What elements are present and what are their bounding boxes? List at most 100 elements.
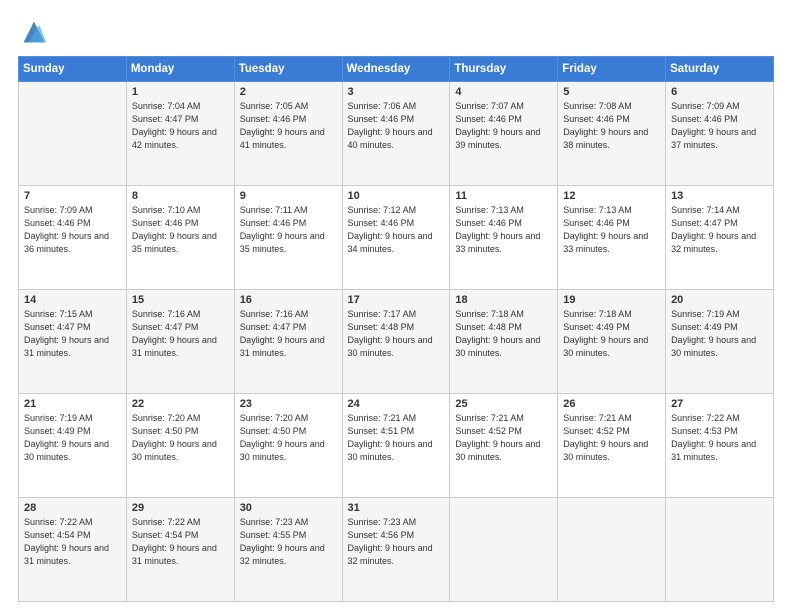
day-number: 14 xyxy=(24,294,121,306)
day-info: Sunrise: 7:19 AM Sunset: 4:49 PM Dayligh… xyxy=(671,309,756,358)
day-number: 21 xyxy=(24,398,121,410)
day-number: 28 xyxy=(24,502,121,514)
day-info: Sunrise: 7:05 AM Sunset: 4:46 PM Dayligh… xyxy=(240,101,325,150)
page: SundayMondayTuesdayWednesdayThursdayFrid… xyxy=(0,0,792,612)
calendar-cell: 29 Sunrise: 7:22 AM Sunset: 4:54 PM Dayl… xyxy=(126,498,234,602)
day-number: 8 xyxy=(132,190,229,202)
day-number: 2 xyxy=(240,86,337,98)
day-number: 26 xyxy=(563,398,660,410)
day-number: 24 xyxy=(348,398,445,410)
weekday-header-friday: Friday xyxy=(558,57,666,82)
weekday-header-sunday: Sunday xyxy=(19,57,127,82)
calendar-table: SundayMondayTuesdayWednesdayThursdayFrid… xyxy=(18,56,774,602)
calendar-cell: 20 Sunrise: 7:19 AM Sunset: 4:49 PM Dayl… xyxy=(666,290,774,394)
day-number: 18 xyxy=(455,294,552,306)
weekday-header-monday: Monday xyxy=(126,57,234,82)
calendar-cell: 12 Sunrise: 7:13 AM Sunset: 4:46 PM Dayl… xyxy=(558,186,666,290)
day-info: Sunrise: 7:09 AM Sunset: 4:46 PM Dayligh… xyxy=(24,205,109,254)
day-number: 22 xyxy=(132,398,229,410)
day-info: Sunrise: 7:10 AM Sunset: 4:46 PM Dayligh… xyxy=(132,205,217,254)
day-info: Sunrise: 7:08 AM Sunset: 4:46 PM Dayligh… xyxy=(563,101,648,150)
day-info: Sunrise: 7:22 AM Sunset: 4:53 PM Dayligh… xyxy=(671,413,756,462)
weekday-header-wednesday: Wednesday xyxy=(342,57,450,82)
weekday-header-thursday: Thursday xyxy=(450,57,558,82)
weekday-header-row: SundayMondayTuesdayWednesdayThursdayFrid… xyxy=(19,57,774,82)
day-info: Sunrise: 7:11 AM Sunset: 4:46 PM Dayligh… xyxy=(240,205,325,254)
day-number: 15 xyxy=(132,294,229,306)
calendar-cell: 24 Sunrise: 7:21 AM Sunset: 4:51 PM Dayl… xyxy=(342,394,450,498)
calendar-cell: 7 Sunrise: 7:09 AM Sunset: 4:46 PM Dayli… xyxy=(19,186,127,290)
day-info: Sunrise: 7:21 AM Sunset: 4:51 PM Dayligh… xyxy=(348,413,433,462)
calendar-cell: 17 Sunrise: 7:17 AM Sunset: 4:48 PM Dayl… xyxy=(342,290,450,394)
calendar-cell xyxy=(450,498,558,602)
day-info: Sunrise: 7:23 AM Sunset: 4:55 PM Dayligh… xyxy=(240,517,325,566)
day-number: 30 xyxy=(240,502,337,514)
day-number: 1 xyxy=(132,86,229,98)
calendar-cell: 6 Sunrise: 7:09 AM Sunset: 4:46 PM Dayli… xyxy=(666,82,774,186)
weekday-header-saturday: Saturday xyxy=(666,57,774,82)
day-info: Sunrise: 7:12 AM Sunset: 4:46 PM Dayligh… xyxy=(348,205,433,254)
day-number: 12 xyxy=(563,190,660,202)
day-info: Sunrise: 7:21 AM Sunset: 4:52 PM Dayligh… xyxy=(563,413,648,462)
calendar-week-3: 14 Sunrise: 7:15 AM Sunset: 4:47 PM Dayl… xyxy=(19,290,774,394)
calendar-cell xyxy=(558,498,666,602)
day-number: 19 xyxy=(563,294,660,306)
day-number: 10 xyxy=(348,190,445,202)
day-number: 11 xyxy=(455,190,552,202)
logo-icon xyxy=(20,18,48,46)
calendar-cell: 8 Sunrise: 7:10 AM Sunset: 4:46 PM Dayli… xyxy=(126,186,234,290)
day-info: Sunrise: 7:09 AM Sunset: 4:46 PM Dayligh… xyxy=(671,101,756,150)
day-info: Sunrise: 7:06 AM Sunset: 4:46 PM Dayligh… xyxy=(348,101,433,150)
day-number: 13 xyxy=(671,190,768,202)
day-number: 27 xyxy=(671,398,768,410)
day-info: Sunrise: 7:23 AM Sunset: 4:56 PM Dayligh… xyxy=(348,517,433,566)
calendar-cell: 10 Sunrise: 7:12 AM Sunset: 4:46 PM Dayl… xyxy=(342,186,450,290)
calendar-cell: 19 Sunrise: 7:18 AM Sunset: 4:49 PM Dayl… xyxy=(558,290,666,394)
calendar-cell: 16 Sunrise: 7:16 AM Sunset: 4:47 PM Dayl… xyxy=(234,290,342,394)
day-number: 31 xyxy=(348,502,445,514)
day-number: 16 xyxy=(240,294,337,306)
logo xyxy=(18,18,48,46)
calendar-cell: 9 Sunrise: 7:11 AM Sunset: 4:46 PM Dayli… xyxy=(234,186,342,290)
day-number: 3 xyxy=(348,86,445,98)
day-info: Sunrise: 7:20 AM Sunset: 4:50 PM Dayligh… xyxy=(240,413,325,462)
calendar-cell: 23 Sunrise: 7:20 AM Sunset: 4:50 PM Dayl… xyxy=(234,394,342,498)
day-info: Sunrise: 7:13 AM Sunset: 4:46 PM Dayligh… xyxy=(563,205,648,254)
calendar-cell: 28 Sunrise: 7:22 AM Sunset: 4:54 PM Dayl… xyxy=(19,498,127,602)
day-info: Sunrise: 7:16 AM Sunset: 4:47 PM Dayligh… xyxy=(240,309,325,358)
calendar-cell: 31 Sunrise: 7:23 AM Sunset: 4:56 PM Dayl… xyxy=(342,498,450,602)
day-info: Sunrise: 7:16 AM Sunset: 4:47 PM Dayligh… xyxy=(132,309,217,358)
day-number: 7 xyxy=(24,190,121,202)
calendar-cell: 15 Sunrise: 7:16 AM Sunset: 4:47 PM Dayl… xyxy=(126,290,234,394)
calendar-cell: 30 Sunrise: 7:23 AM Sunset: 4:55 PM Dayl… xyxy=(234,498,342,602)
calendar-week-2: 7 Sunrise: 7:09 AM Sunset: 4:46 PM Dayli… xyxy=(19,186,774,290)
day-number: 17 xyxy=(348,294,445,306)
day-info: Sunrise: 7:22 AM Sunset: 4:54 PM Dayligh… xyxy=(132,517,217,566)
day-info: Sunrise: 7:20 AM Sunset: 4:50 PM Dayligh… xyxy=(132,413,217,462)
calendar-week-1: 1 Sunrise: 7:04 AM Sunset: 4:47 PM Dayli… xyxy=(19,82,774,186)
day-info: Sunrise: 7:18 AM Sunset: 4:49 PM Dayligh… xyxy=(563,309,648,358)
calendar-cell: 5 Sunrise: 7:08 AM Sunset: 4:46 PM Dayli… xyxy=(558,82,666,186)
calendar-cell xyxy=(666,498,774,602)
day-number: 6 xyxy=(671,86,768,98)
day-info: Sunrise: 7:22 AM Sunset: 4:54 PM Dayligh… xyxy=(24,517,109,566)
calendar-cell: 18 Sunrise: 7:18 AM Sunset: 4:48 PM Dayl… xyxy=(450,290,558,394)
calendar-cell: 11 Sunrise: 7:13 AM Sunset: 4:46 PM Dayl… xyxy=(450,186,558,290)
day-number: 4 xyxy=(455,86,552,98)
calendar-cell: 22 Sunrise: 7:20 AM Sunset: 4:50 PM Dayl… xyxy=(126,394,234,498)
day-info: Sunrise: 7:21 AM Sunset: 4:52 PM Dayligh… xyxy=(455,413,540,462)
calendar-cell: 27 Sunrise: 7:22 AM Sunset: 4:53 PM Dayl… xyxy=(666,394,774,498)
day-info: Sunrise: 7:19 AM Sunset: 4:49 PM Dayligh… xyxy=(24,413,109,462)
day-info: Sunrise: 7:07 AM Sunset: 4:46 PM Dayligh… xyxy=(455,101,540,150)
calendar-cell: 14 Sunrise: 7:15 AM Sunset: 4:47 PM Dayl… xyxy=(19,290,127,394)
calendar-cell: 21 Sunrise: 7:19 AM Sunset: 4:49 PM Dayl… xyxy=(19,394,127,498)
day-number: 20 xyxy=(671,294,768,306)
calendar-week-5: 28 Sunrise: 7:22 AM Sunset: 4:54 PM Dayl… xyxy=(19,498,774,602)
calendar-cell: 13 Sunrise: 7:14 AM Sunset: 4:47 PM Dayl… xyxy=(666,186,774,290)
calendar-week-4: 21 Sunrise: 7:19 AM Sunset: 4:49 PM Dayl… xyxy=(19,394,774,498)
calendar-cell xyxy=(19,82,127,186)
calendar-cell: 25 Sunrise: 7:21 AM Sunset: 4:52 PM Dayl… xyxy=(450,394,558,498)
calendar-cell: 26 Sunrise: 7:21 AM Sunset: 4:52 PM Dayl… xyxy=(558,394,666,498)
day-info: Sunrise: 7:15 AM Sunset: 4:47 PM Dayligh… xyxy=(24,309,109,358)
day-number: 29 xyxy=(132,502,229,514)
